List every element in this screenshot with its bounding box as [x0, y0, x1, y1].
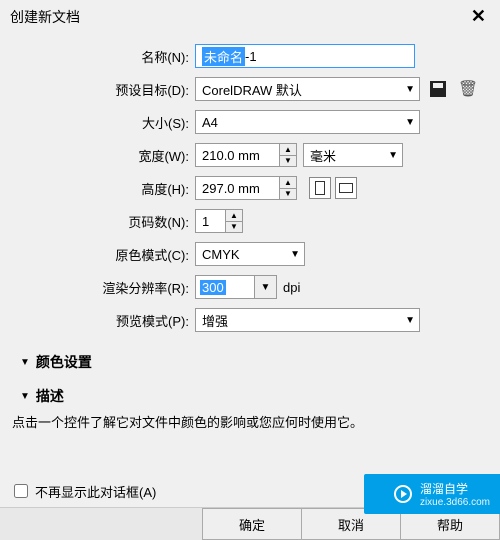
watermark-brand: 溜溜自学	[420, 480, 490, 497]
chevron-down-icon: ▼	[20, 391, 30, 402]
pages-input[interactable]	[195, 209, 225, 233]
label-name: 名称(N):	[0, 47, 195, 66]
label-height: 高度(H):	[0, 179, 195, 198]
label-preview: 预览模式(P):	[0, 311, 195, 330]
width-spinner[interactable]: ▲▼	[195, 143, 297, 167]
height-down[interactable]: ▼	[280, 189, 296, 200]
close-icon[interactable]: ✕	[465, 4, 492, 29]
preview-dropdown[interactable]: 增强▼	[195, 308, 420, 332]
pages-down[interactable]: ▼	[226, 222, 242, 233]
watermark-url: zixue.3d66.com	[420, 497, 490, 508]
save-icon	[430, 81, 446, 97]
play-icon	[394, 485, 412, 503]
section-color-settings[interactable]: ▼ 颜色设置	[0, 340, 500, 374]
label-size: 大小(S):	[0, 113, 195, 132]
width-down[interactable]: ▼	[280, 156, 296, 167]
watermark: 溜溜自学 zixue.3d66.com	[364, 474, 500, 514]
pages-spinner[interactable]: ▲▼	[195, 209, 243, 233]
colormode-dropdown[interactable]: CMYK▼	[195, 242, 305, 266]
resolution-combo[interactable]: 300 ▼	[195, 275, 277, 299]
label-colormode: 原色模式(C):	[0, 245, 195, 264]
label-pages: 页码数(N):	[0, 212, 195, 231]
orientation-group	[309, 177, 357, 199]
preset-dropdown[interactable]: CorelDRAW 默认▼	[195, 77, 420, 101]
dialog-title: 创建新文档	[10, 7, 80, 27]
width-input[interactable]	[195, 143, 279, 167]
name-input[interactable]: 未命名 -1	[195, 44, 415, 68]
size-dropdown[interactable]: A4▼	[195, 110, 420, 134]
dont-show-checkbox[interactable]	[14, 484, 28, 498]
units-dropdown[interactable]: 毫米▼	[303, 143, 403, 167]
label-resolution: 渲染分辨率(R):	[0, 278, 195, 297]
orientation-landscape[interactable]	[335, 177, 357, 199]
resolution-input[interactable]: 300	[195, 275, 255, 299]
trash-icon: 🗑	[458, 79, 478, 99]
height-input[interactable]	[195, 176, 279, 200]
description-text: 点击一个控件了解它对文件中颜色的影响或您应何时使用它。	[0, 408, 500, 441]
chevron-down-icon: ▼	[20, 357, 30, 368]
height-spinner[interactable]: ▲▼	[195, 176, 297, 200]
section-color-label: 颜色设置	[36, 352, 92, 372]
save-preset-button[interactable]	[426, 77, 450, 101]
pages-up[interactable]: ▲	[226, 210, 242, 222]
height-up[interactable]: ▲	[280, 177, 296, 189]
section-desc-label: 描述	[36, 386, 64, 406]
section-description[interactable]: ▼ 描述	[0, 374, 500, 408]
delete-preset-button[interactable]: 🗑	[456, 77, 480, 101]
width-up[interactable]: ▲	[280, 144, 296, 156]
resolution-caret[interactable]: ▼	[255, 275, 277, 299]
orientation-portrait[interactable]	[309, 177, 331, 199]
dont-show-label: 不再显示此对话框(A)	[35, 482, 156, 501]
resolution-unit: dpi	[283, 280, 300, 295]
ok-button[interactable]: 确定	[202, 508, 302, 540]
label-preset: 预设目标(D):	[0, 80, 195, 99]
label-width: 宽度(W):	[0, 146, 195, 165]
